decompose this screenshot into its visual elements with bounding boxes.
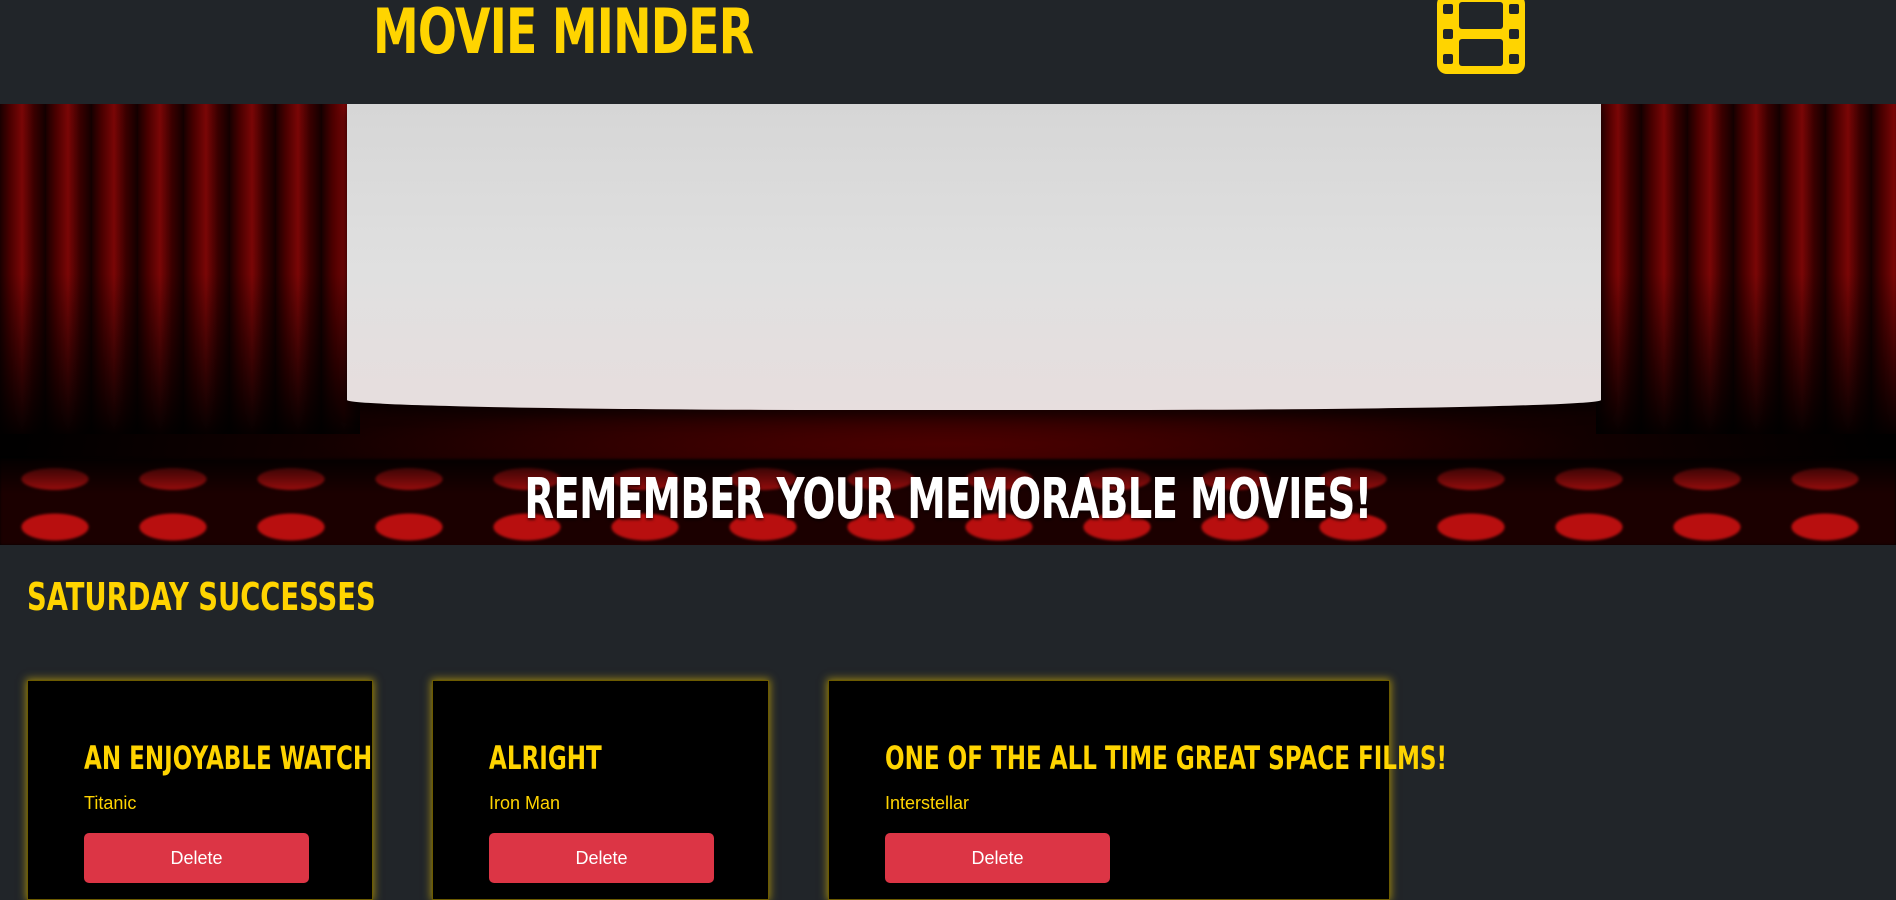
card-movie-name: Iron Man [489,793,561,813]
film-icon [1437,0,1525,74]
delete-button[interactable]: Delete [885,833,1110,883]
card-title: ONE OF THE ALL TIME GREAT SPACE FILMS! [885,739,1447,777]
top-navbar: MOVIE MINDER [0,0,1896,104]
review-card: ALRIGHT Iron Man Delete [432,680,769,900]
card-movie-name: Titanic [84,793,137,813]
cinema-screen [347,104,1601,410]
brand-title[interactable]: MOVIE MINDER [373,0,754,70]
review-card: AN ENJOYABLE WATCH Titanic Delete [27,680,373,900]
card-title: ALRIGHT [489,739,602,777]
hero-banner: REMEMBER YOUR MEMORABLE MOVIES! [0,104,1896,545]
review-card: ONE OF THE ALL TIME GREAT SPACE FILMS! I… [828,680,1447,900]
curtain-left [0,104,360,434]
delete-button[interactable]: Delete [84,833,309,883]
section-title: SATURDAY SUCCESSES [27,575,376,619]
card-title: AN ENJOYABLE WATCH [84,739,373,777]
delete-button[interactable]: Delete [489,833,714,883]
curtain-right [1596,104,1896,434]
hero-tagline-text: REMEMBER YOUR MEMORABLE MOVIES! [524,467,1372,532]
card-movie-name: Interstellar [885,793,970,813]
hero-tagline: REMEMBER YOUR MEMORABLE MOVIES! [0,462,1896,538]
